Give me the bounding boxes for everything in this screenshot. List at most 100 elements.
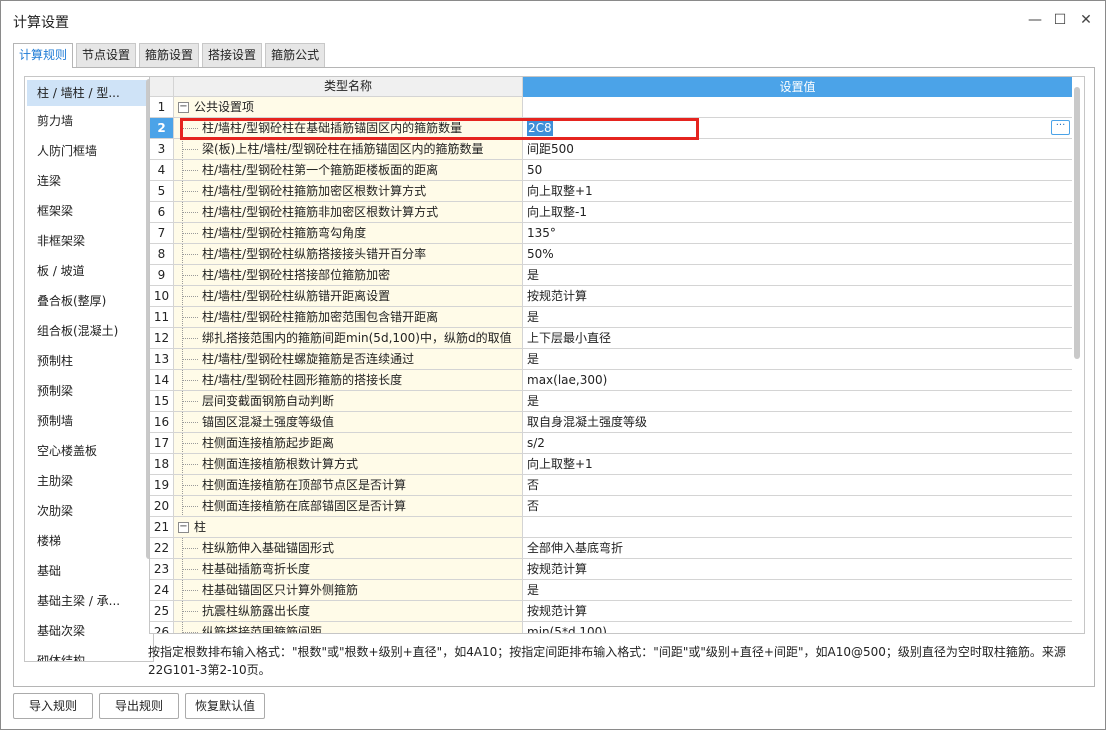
sidebar-item[interactable]: 楼梯 bbox=[25, 526, 153, 556]
sidebar-item[interactable]: 砌体结构 bbox=[25, 646, 153, 661]
tab-2[interactable]: 箍筋设置 bbox=[139, 43, 200, 67]
table-row[interactable]: 20 柱侧面连接植筋在底部锚固区是否计算 否 bbox=[150, 496, 1084, 517]
setting-value-cell[interactable]: min(5*d,100) bbox=[523, 622, 1072, 633]
setting-name-cell: 绑扎搭接范围内的箍筋间距min(5d,100)中，纵筋d的取值 bbox=[174, 328, 523, 349]
table-row[interactable]: 1− 公共设置项 bbox=[150, 97, 1084, 118]
setting-name: 柱/墙柱/型钢砼柱纵筋错开距离设置 bbox=[202, 289, 391, 303]
tab-1[interactable]: 节点设置 bbox=[76, 43, 137, 67]
table-row[interactable]: 6 柱/墙柱/型钢砼柱箍筋非加密区根数计算方式 向上取整-1 bbox=[150, 202, 1084, 223]
sidebar-item[interactable]: 基础主梁 / 承... bbox=[25, 586, 153, 616]
setting-value-cell[interactable]: s/2 bbox=[523, 433, 1072, 454]
settings-grid: 类型名称 设置值 1− 公共设置项 2 柱/墙柱/型钢砼柱在基础插筋锚固区内的箍筋数量… bbox=[149, 76, 1085, 634]
table-row[interactable]: 8 柱/墙柱/型钢砼柱纵筋搭接接头错开百分率 50% bbox=[150, 244, 1084, 265]
collapse-toggle-icon[interactable]: − bbox=[178, 101, 189, 113]
row-number: 4 bbox=[150, 160, 174, 181]
table-row[interactable]: 25 抗震柱纵筋露出长度 按规范计算 bbox=[150, 601, 1084, 622]
export-rules-button[interactable]: 导出规则 bbox=[99, 693, 179, 719]
table-row[interactable]: 24 柱基础锚固区只计算外侧箍筋 是 bbox=[150, 580, 1084, 601]
setting-value-cell[interactable] bbox=[523, 517, 1072, 538]
sidebar-item[interactable]: 人防门框墙 bbox=[25, 136, 153, 166]
setting-value-cell[interactable]: 按规范计算 bbox=[523, 286, 1072, 307]
tab-4[interactable]: 箍筋公式 bbox=[265, 43, 326, 67]
table-row[interactable]: 3 梁(板)上柱/墙柱/型钢砼柱在插筋锚固区内的箍筋数量 间距500 bbox=[150, 139, 1084, 160]
table-row[interactable]: 10 柱/墙柱/型钢砼柱纵筋错开距离设置 按规范计算 bbox=[150, 286, 1084, 307]
setting-name: 柱 bbox=[194, 520, 207, 534]
maximize-icon[interactable]: ☐ bbox=[1048, 9, 1072, 31]
table-row[interactable]: 18 柱侧面连接植筋根数计算方式 向上取整+1 bbox=[150, 454, 1084, 475]
setting-value-cell[interactable]: 上下层最小直径 bbox=[523, 328, 1072, 349]
setting-value-cell[interactable]: 间距500 bbox=[523, 139, 1072, 160]
sidebar-item[interactable]: 基础次梁 bbox=[25, 616, 153, 646]
table-row[interactable]: 13 柱/墙柱/型钢砼柱螺旋箍筋是否连续通过 是 bbox=[150, 349, 1084, 370]
setting-value-input[interactable]: 2C8 bbox=[527, 121, 553, 136]
table-row[interactable]: 4 柱/墙柱/型钢砼柱第一个箍筋距楼板面的距离 50 bbox=[150, 160, 1084, 181]
table-row[interactable]: 12 绑扎搭接范围内的箍筋间距min(5d,100)中，纵筋d的取值 上下层最小直径 bbox=[150, 328, 1084, 349]
setting-value-cell[interactable]: 135° bbox=[523, 223, 1072, 244]
setting-value-cell[interactable]: 50 bbox=[523, 160, 1072, 181]
table-row[interactable]: 11 柱/墙柱/型钢砼柱箍筋加密范围包含错开距离 是 bbox=[150, 307, 1084, 328]
sidebar-item[interactable]: 框架梁 bbox=[25, 196, 153, 226]
sidebar-item[interactable]: 连梁 bbox=[25, 166, 153, 196]
setting-value-cell[interactable]: 否 bbox=[523, 496, 1072, 517]
table-row[interactable]: 2 柱/墙柱/型钢砼柱在基础插筋锚固区内的箍筋数量 2C8 ··· bbox=[150, 118, 1084, 139]
setting-value-cell[interactable]: 是 bbox=[523, 307, 1072, 328]
tab-0[interactable]: 计算规则 bbox=[13, 43, 74, 68]
setting-value-cell[interactable]: 向上取整+1 bbox=[523, 181, 1072, 202]
sidebar-item[interactable]: 次肋梁 bbox=[25, 496, 153, 526]
collapse-toggle-icon[interactable]: − bbox=[178, 521, 189, 533]
import-rules-button[interactable]: 导入规则 bbox=[13, 693, 93, 719]
table-row[interactable]: 17 柱侧面连接植筋起步距离 s/2 bbox=[150, 433, 1084, 454]
setting-value-cell[interactable]: 是 bbox=[523, 580, 1072, 601]
table-row[interactable]: 26 纵筋搭接范围箍筋间距 min(5*d,100) bbox=[150, 622, 1084, 633]
setting-value-cell[interactable]: 全部伸入基底弯折 bbox=[523, 538, 1072, 559]
setting-value-cell[interactable] bbox=[523, 97, 1072, 118]
setting-value-cell[interactable]: 向上取整+1 bbox=[523, 454, 1072, 475]
setting-value-cell[interactable]: 是 bbox=[523, 265, 1072, 286]
row-number: 11 bbox=[150, 307, 174, 328]
restore-defaults-button[interactable]: 恢复默认值 bbox=[185, 693, 265, 719]
table-row[interactable]: 9 柱/墙柱/型钢砼柱搭接部位箍筋加密 是 bbox=[150, 265, 1084, 286]
setting-value-cell[interactable]: 是 bbox=[523, 349, 1072, 370]
sidebar-item[interactable]: 柱 / 墙柱 / 型... bbox=[27, 80, 151, 106]
table-row[interactable]: 23 柱基础插筋弯折长度 按规范计算 bbox=[150, 559, 1084, 580]
table-row[interactable]: 14 柱/墙柱/型钢砼柱圆形箍筋的搭接长度 max(lae,300) bbox=[150, 370, 1084, 391]
table-row[interactable]: 5 柱/墙柱/型钢砼柱箍筋加密区根数计算方式 向上取整+1 bbox=[150, 181, 1084, 202]
sidebar-item[interactable]: 空心楼盖板 bbox=[25, 436, 153, 466]
setting-name-cell: 锚固区混凝土强度等级值 bbox=[174, 412, 523, 433]
more-options-icon[interactable]: ··· bbox=[1051, 120, 1070, 135]
sidebar-item[interactable]: 预制墙 bbox=[25, 406, 153, 436]
table-row[interactable]: 15 层间变截面钢筋自动判断 是 bbox=[150, 391, 1084, 412]
grid-scrollbar[interactable] bbox=[1074, 87, 1080, 359]
setting-value-cell[interactable]: 取自身混凝土强度等级 bbox=[523, 412, 1072, 433]
table-row[interactable]: 16 锚固区混凝土强度等级值 取自身混凝土强度等级 bbox=[150, 412, 1084, 433]
sidebar-item[interactable]: 预制柱 bbox=[25, 346, 153, 376]
sidebar-item[interactable]: 非框架梁 bbox=[25, 226, 153, 256]
tab-3[interactable]: 搭接设置 bbox=[202, 43, 263, 67]
sidebar-item[interactable]: 预制梁 bbox=[25, 376, 153, 406]
setting-value: 50 bbox=[527, 163, 543, 177]
table-row[interactable]: 7 柱/墙柱/型钢砼柱箍筋弯勾角度 135° bbox=[150, 223, 1084, 244]
setting-value-cell[interactable]: 50% bbox=[523, 244, 1072, 265]
sidebar-item[interactable]: 板 / 坡道 bbox=[25, 256, 153, 286]
hint-text: 按指定根数排布输入格式："根数"或"根数+级别+直径"，如4A10；按指定间距排… bbox=[148, 645, 1066, 677]
setting-value-cell[interactable]: 按规范计算 bbox=[523, 559, 1072, 580]
setting-value-cell[interactable]: 2C8 ··· bbox=[523, 118, 1072, 139]
setting-value: 上下层最小直径 bbox=[527, 331, 612, 345]
setting-value-cell[interactable]: max(lae,300) bbox=[523, 370, 1072, 391]
setting-value-cell[interactable]: 是 bbox=[523, 391, 1072, 412]
setting-value-cell[interactable]: 按规范计算 bbox=[523, 601, 1072, 622]
minimize-icon[interactable]: — bbox=[1023, 9, 1047, 31]
table-row[interactable]: 19 柱侧面连接植筋在顶部节点区是否计算 否 bbox=[150, 475, 1084, 496]
setting-value-cell[interactable]: 向上取整-1 bbox=[523, 202, 1072, 223]
setting-name: 柱纵筋伸入基础锚固形式 bbox=[202, 541, 335, 555]
setting-value: 向上取整-1 bbox=[527, 205, 587, 219]
sidebar-item[interactable]: 主肋梁 bbox=[25, 466, 153, 496]
sidebar-item[interactable]: 组合板(混凝土) bbox=[25, 316, 153, 346]
setting-value-cell[interactable]: 否 bbox=[523, 475, 1072, 496]
sidebar-item[interactable]: 叠合板(整厚) bbox=[25, 286, 153, 316]
table-row[interactable]: 22 柱纵筋伸入基础锚固形式 全部伸入基底弯折 bbox=[150, 538, 1084, 559]
sidebar-item[interactable]: 基础 bbox=[25, 556, 153, 586]
table-row[interactable]: 21− 柱 bbox=[150, 517, 1084, 538]
sidebar-item[interactable]: 剪力墙 bbox=[25, 106, 153, 136]
close-icon[interactable]: ✕ bbox=[1074, 9, 1098, 31]
